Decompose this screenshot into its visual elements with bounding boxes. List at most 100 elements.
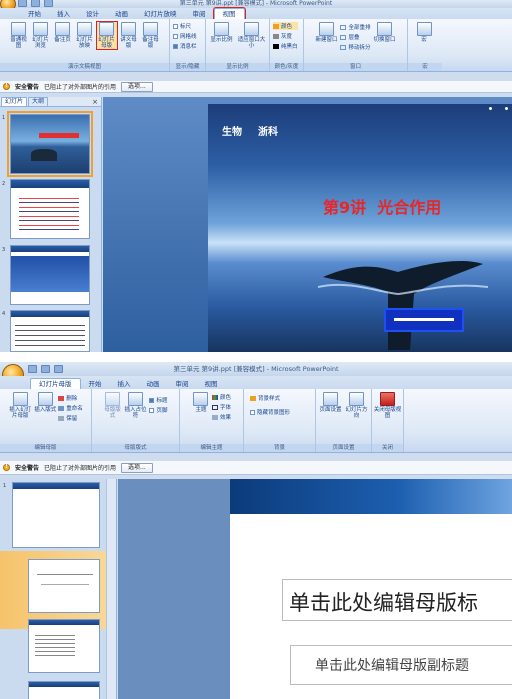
layout-thumbnail-1[interactable] [28,559,100,613]
gridlines-checkbox[interactable]: 网格线 [173,32,197,40]
thumb-number: 2 [2,181,6,187]
slide-master-button[interactable]: 幻灯片母版 [95,21,118,50]
macros-button[interactable]: 宏 [414,22,434,43]
tab-review[interactable]: 审阅 [185,9,214,19]
undo-icon[interactable] [41,365,50,373]
group-label: 背景 [244,444,315,452]
page-setup-button[interactable]: 页面设置 [319,392,343,413]
group-label: 宏 [408,63,442,71]
new-window-button[interactable]: 新建窗口 [314,22,338,43]
thumbnails-scrollbar[interactable] [106,479,116,699]
tab-outline[interactable]: 大纲 [28,97,49,106]
close-pane-icon[interactable]: × [92,97,98,107]
group-close: 关闭母版视图 关闭 [372,389,404,452]
layout-thumbnail-3[interactable] [28,681,100,699]
effects-button[interactable]: 效果 [211,413,231,421]
notes-page-icon [55,22,70,36]
color-button[interactable]: 颜色 [273,22,298,30]
zoom-button[interactable]: 显示比例 [209,22,235,43]
fit-to-window-button[interactable]: 适应窗口大小 [237,22,267,49]
grayscale-icon [273,34,279,39]
rename-button[interactable]: 重命名 [58,404,83,412]
notes-master-icon [143,22,158,36]
tab-slides[interactable]: 幻灯片 [1,97,28,106]
tab-review[interactable]: 审阅 [168,379,197,389]
macros-icon [416,22,432,36]
cascade-button[interactable]: 层叠 [340,33,370,41]
ruler-checkbox[interactable]: 标尺 [173,22,197,30]
title-checkbox[interactable]: 标题 [149,396,168,404]
redo-icon[interactable] [54,365,63,373]
blue-rectangle-shape[interactable] [384,308,464,332]
tab-slide-master[interactable]: 幻灯片母版 [30,378,81,389]
colors-button[interactable]: 颜色 [211,393,231,401]
tab-animation[interactable]: 动画 [139,379,168,389]
preserve-button[interactable]: 保留 [58,414,83,422]
slide-title: 第9讲 光合作用 [323,198,442,217]
tab-insert[interactable]: 插入 [110,379,139,389]
message-bar: ! 安全警告 已阻止了对外部图片的引用 选项... [0,81,512,93]
switch-window-button[interactable]: 切换窗口 [373,22,397,43]
slideshow-button[interactable]: 幻灯片放映 [75,22,95,49]
grayscale-button[interactable]: 灰度 [273,32,298,40]
slide-thumbnail-2[interactable] [10,179,90,239]
notes-master-button[interactable]: 备注母版 [141,22,161,49]
slide-thumbnail-4[interactable] [10,310,90,352]
fonts-button[interactable]: 字体 [211,403,231,411]
insert-layout-button[interactable]: 插入版式 [34,392,56,413]
effects-icon [211,415,218,420]
insert-slide-master-button[interactable]: 插入幻灯片母版 [8,392,32,419]
master-subtitle-placeholder[interactable]: 单击此处编辑母版副标题 [290,645,512,685]
layout-thumbnail-2[interactable] [28,619,100,673]
normal-view-button[interactable]: 普通视图 [9,22,29,49]
thumb-number: 1 [3,483,7,489]
group-color-grayscale: 颜色 灰度 纯黑白 颜色/灰度 [270,19,304,71]
tab-insert[interactable]: 插入 [49,9,78,19]
options-button[interactable]: 选项... [121,462,153,473]
tab-view[interactable]: 视图 [212,7,246,20]
handout-master-button[interactable]: 讲义母版 [119,22,139,49]
master-layout-button[interactable]: 母版版式 [103,392,121,419]
group-macros: 宏 宏 [408,19,512,71]
ribbon-filler [404,389,512,452]
tab-home[interactable]: 开始 [81,379,110,389]
black-white-button[interactable]: 纯黑白 [273,42,298,50]
undo-icon[interactable] [31,0,40,7]
background-styles-button[interactable]: 背景样式 [250,394,290,402]
thumb-header-bar [29,682,99,687]
tab-design[interactable]: 设计 [78,9,107,19]
slide-thumbnail-3[interactable] [10,245,90,305]
arrange-all-button[interactable]: 全部重排 [340,23,371,31]
hide-background-graphics-checkbox[interactable]: 隐藏背景图形 [250,408,290,416]
delete-button[interactable]: 删除 [58,394,83,402]
tab-animation[interactable]: 动画 [107,9,136,19]
current-master-slide[interactable]: 单击此处编辑母版标 单击此处编辑母版副标题 [230,479,512,699]
thumb-header-bar [11,246,89,252]
move-split-button[interactable]: 移动拆分 [340,43,371,51]
save-icon[interactable] [28,365,37,373]
redo-icon[interactable] [44,0,53,7]
tab-view[interactable]: 视图 [197,379,226,389]
tab-home[interactable]: 开始 [20,9,49,19]
message-bar-checkbox[interactable]: 消息栏 [173,42,197,50]
close-master-view-button[interactable]: 关闭母版视图 [374,392,402,419]
slide-sorter-button[interactable]: 幻灯片浏览 [31,22,51,49]
normal-view-icon [11,22,26,36]
group-label: 窗口 [304,63,407,71]
slide-thumbnail-1[interactable] [7,111,93,177]
options-button[interactable]: 选项... [121,81,153,92]
footer-checkbox[interactable]: 页脚 [149,406,168,414]
master-title-placeholder[interactable]: 单击此处编辑母版标 [282,579,512,621]
master-thumbnail-1[interactable] [12,482,100,548]
tab-slideshow[interactable]: 幻灯片放映 [136,9,185,19]
notes-page-button[interactable]: 备注页 [53,22,73,43]
themes-button[interactable]: 主题 [192,392,210,413]
group-window: 新建窗口 全部重排 层叠 移动拆分 切换窗口 窗口 [304,19,408,71]
current-slide[interactable]: 生物 浙科 第9讲 光合作用 [208,104,512,352]
group-label: 母版版式 [92,444,179,452]
dot-decor [489,107,492,110]
insert-placeholder-button[interactable]: 插入占位符 [123,392,147,419]
save-icon[interactable] [18,0,27,7]
slide-orientation-button[interactable]: 幻灯片方向 [345,392,369,419]
group-presentation-views: 普通视图 幻灯片浏览 备注页 幻灯片放映 幻灯片母版 讲义母版 备注母版 演示文… [0,19,170,71]
